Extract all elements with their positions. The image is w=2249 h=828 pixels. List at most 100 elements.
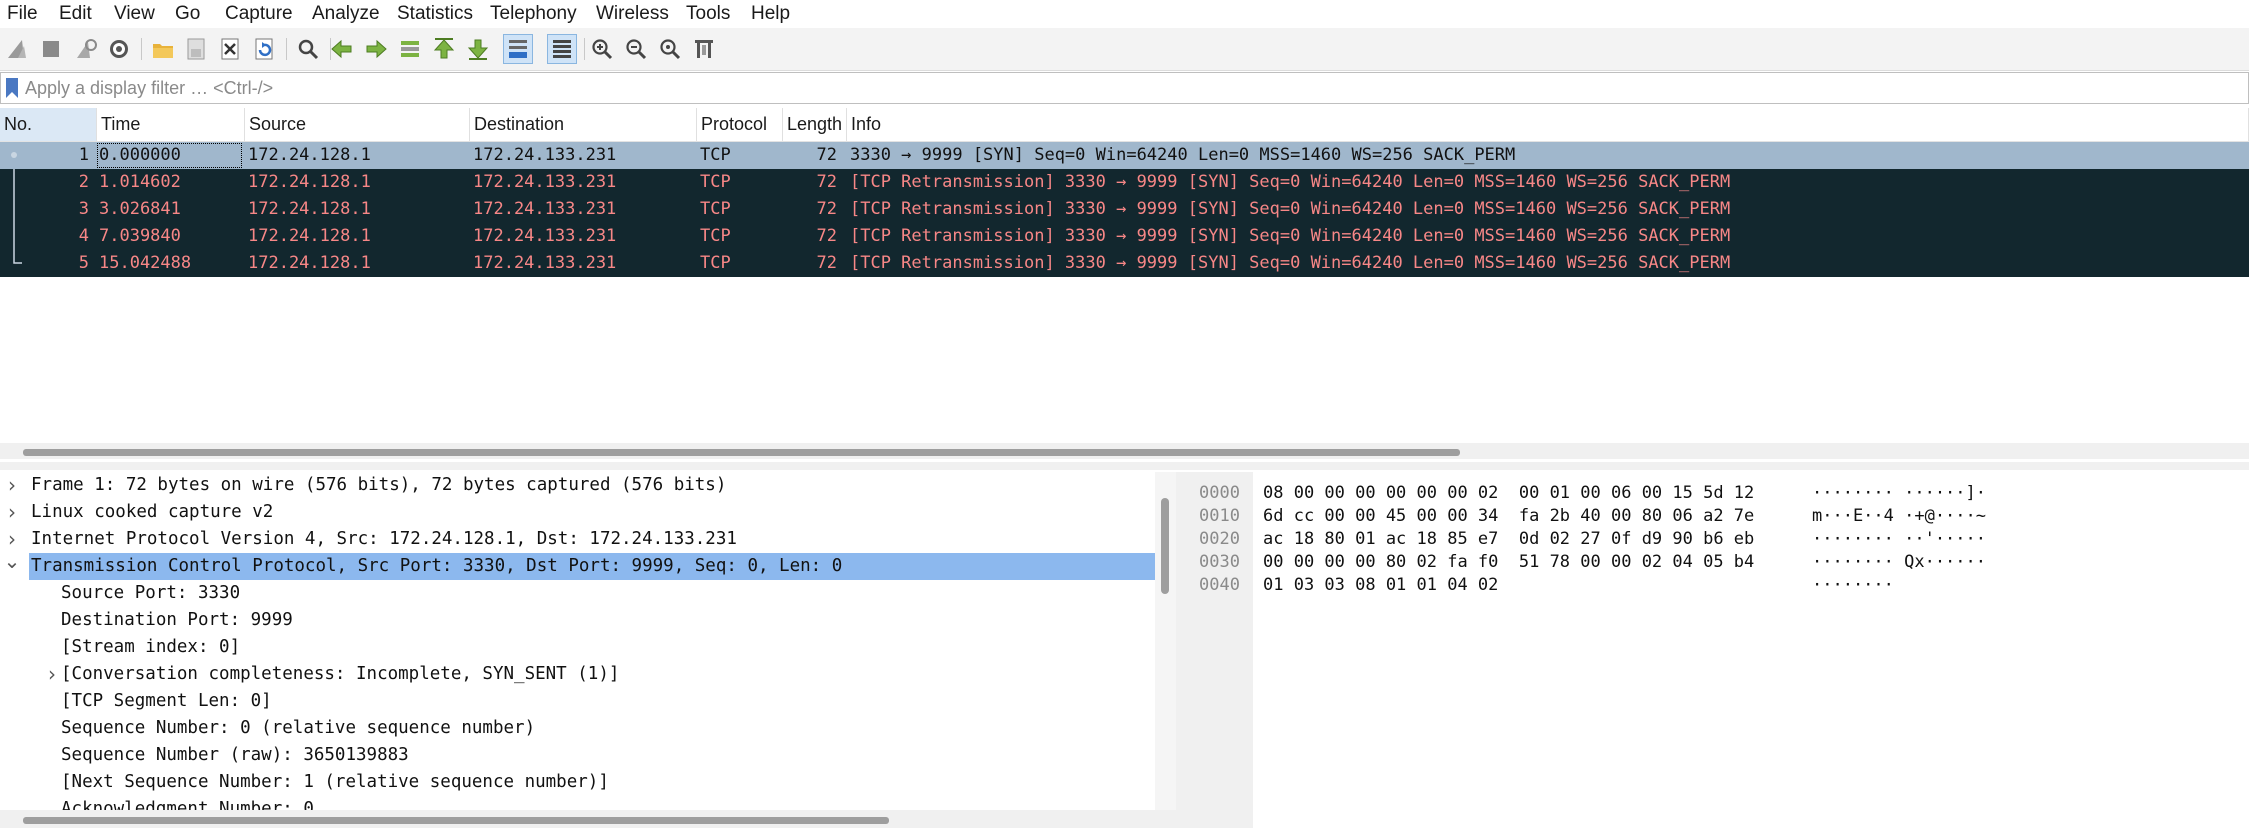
detail-row[interactable]: › [Conversation completeness: Incomplete,… <box>0 661 1155 688</box>
open-file-button[interactable] <box>148 34 178 64</box>
menu-statistics[interactable]: Statistics <box>397 0 473 28</box>
collapsed-arrow-icon[interactable]: › <box>3 472 21 499</box>
shark-fin-start-button[interactable] <box>2 34 32 64</box>
packet-list: No. Time Source Destination Protocol Length In… <box>0 108 2249 443</box>
detail-row[interactable]: Acknowledgment Number: 0 <box>0 796 1155 810</box>
detail-row[interactable]: [Next Sequence Number: 1 (relative seque… <box>0 769 1155 796</box>
display-filter-input[interactable] <box>25 75 2225 101</box>
column-header-destination[interactable]: Destination <box>470 108 697 141</box>
menu-telephony[interactable]: Telephony <box>490 0 577 28</box>
colorize-button[interactable] <box>547 34 577 64</box>
go-back-button[interactable] <box>327 34 357 64</box>
byte-ascii[interactable]: ········ ··'····· <box>1812 528 1986 551</box>
detail-text: Transmission Control Protocol, Src Port:… <box>29 553 1155 580</box>
colorize-icon <box>553 40 571 58</box>
detail-text: Internet Protocol Version 4, Src: 172.24… <box>31 529 737 549</box>
zoom-out-button[interactable] <box>621 34 651 64</box>
packet-cell-proto: TCP <box>700 172 731 192</box>
column-header-source[interactable]: Source <box>245 108 470 141</box>
menu-view[interactable]: View <box>114 0 155 28</box>
stop-icon <box>43 41 59 57</box>
detail-row[interactable]: Sequence Number: 0 (relative sequence nu… <box>0 715 1155 742</box>
menu-help[interactable]: Help <box>751 0 790 28</box>
detail-row[interactable]: › Linux cooked capture v2 <box>0 499 1155 526</box>
restart-button[interactable] <box>70 34 100 64</box>
detail-row[interactable]: Source Port: 3330 <box>0 580 1155 607</box>
display-filter-bar <box>0 72 2249 104</box>
menu-capture[interactable]: Capture <box>225 0 293 28</box>
detail-text: [Conversation completeness: Incomplete, … <box>61 664 620 684</box>
column-header-time[interactable]: Time <box>97 108 245 141</box>
close-file-button[interactable] <box>215 34 245 64</box>
byte-ascii[interactable]: m···E··4 ·+@····~ <box>1812 505 1986 528</box>
packet-list-scroll-thumb[interactable] <box>23 449 1460 456</box>
byte-offset: 0000 <box>1199 483 1240 503</box>
detail-row[interactable]: Sequence Number (raw): 3650139883 <box>0 742 1155 769</box>
detail-row[interactable]: › Frame 1: 72 bytes on wire (576 bits), 7… <box>0 472 1155 499</box>
details-horizontal-scroll-thumb[interactable] <box>23 817 889 824</box>
find-packet-button[interactable] <box>293 34 323 64</box>
zoom-in-button[interactable] <box>587 34 617 64</box>
go-forward-button[interactable] <box>361 34 391 64</box>
byte-ascii[interactable]: ········ <box>1812 574 1894 597</box>
reload-button[interactable] <box>249 34 279 64</box>
detail-row[interactable]: ⌄ Transmission Control Protocol, Src Port… <box>0 549 1155 580</box>
packet-list-header: No. Time Source Destination Protocol Length In… <box>0 108 2249 142</box>
capture-options-button[interactable] <box>104 34 134 64</box>
detail-row[interactable]: › Internet Protocol Version 4, Src: 172.2… <box>0 526 1155 553</box>
zoom-normal-button[interactable] <box>655 34 685 64</box>
resize-columns-button[interactable] <box>689 34 719 64</box>
menu-edit[interactable]: Edit <box>59 0 92 28</box>
column-header-length[interactable]: Length <box>783 108 847 141</box>
packet-cell-info: [TCP Retransmission] 3330 → 9999 [SYN] S… <box>850 253 1731 273</box>
menu-tools[interactable]: Tools <box>686 0 730 28</box>
packet-cell-dst: 172.24.133.231 <box>473 253 617 273</box>
vertical-pane-splitter[interactable] <box>1176 472 1184 828</box>
related-packets-indicator <box>11 152 22 264</box>
byte-hex[interactable]: 00 00 00 00 80 02 fa f0 51 78 00 00 02 0… <box>1263 551 1754 574</box>
byte-ascii[interactable]: ········ ······]· <box>1812 482 1986 505</box>
byte-ascii[interactable]: ········ Qx······ <box>1812 551 1986 574</box>
collapsed-arrow-icon[interactable]: › <box>3 499 21 526</box>
packet-cell-len: 72 <box>816 253 837 273</box>
details-scroll-thumb[interactable] <box>1161 498 1169 594</box>
packet-cell-src: 172.24.128.1 <box>248 199 371 219</box>
detail-text: Linux cooked capture v2 <box>31 502 274 522</box>
packet-cell-len: 72 <box>816 226 837 246</box>
byte-hex[interactable]: ac 18 80 01 ac 18 85 e7 0d 02 27 0f d9 9… <box>1263 528 1754 551</box>
packet-row[interactable]: 4 7.039840 172.24.128.1 172.24.133.231 TCP 72… <box>0 223 2249 250</box>
expanded-arrow-icon[interactable]: ⌄ <box>3 548 21 575</box>
auto-scroll-button[interactable] <box>503 34 533 64</box>
menu-go[interactable]: Go <box>175 0 200 28</box>
column-header-protocol[interactable]: Protocol <box>697 108 783 141</box>
auto-scroll-icon <box>509 40 527 58</box>
packet-cell-time: 15.042488 <box>99 253 192 273</box>
detail-row[interactable]: [TCP Segment Len: 0] <box>0 688 1155 715</box>
detail-row[interactable]: [Stream index: 0] <box>0 634 1155 661</box>
save-file-button[interactable] <box>181 34 211 64</box>
pane-splitter[interactable] <box>0 462 2249 470</box>
reload-icon <box>255 38 273 60</box>
menu-wireless[interactable]: Wireless <box>596 0 669 28</box>
packet-row[interactable]: 5 15.042488 172.24.128.1 172.24.133.231 TCP 7… <box>0 250 2249 277</box>
detail-text: Sequence Number (raw): 3650139883 <box>61 745 409 765</box>
menu-file[interactable]: File <box>7 0 38 28</box>
packet-row[interactable]: 2 1.014602 172.24.128.1 172.24.133.231 TCP 72… <box>0 169 2249 196</box>
byte-hex[interactable]: 6d cc 00 00 45 00 00 34 fa 2b 40 00 80 0… <box>1263 505 1754 528</box>
column-header-no[interactable]: No. <box>0 108 97 141</box>
zoom-in-icon <box>592 39 613 60</box>
go-first-button[interactable] <box>429 34 459 64</box>
byte-offset: 0040 <box>1199 575 1240 595</box>
packet-cell-dst: 172.24.133.231 <box>473 172 617 192</box>
packet-row[interactable]: 1 0.000000 172.24.128.1 172.24.133.231 TCP 72… <box>0 142 2249 169</box>
go-to-packet-button[interactable] <box>395 34 425 64</box>
byte-hex[interactable]: 01 03 03 08 01 01 04 02 <box>1263 574 1498 597</box>
filter-bookmark-icon[interactable] <box>3 76 21 100</box>
menu-analyze[interactable]: Analyze <box>312 0 380 28</box>
stop-button[interactable] <box>36 34 66 64</box>
column-header-info[interactable]: Info <box>847 108 2249 141</box>
detail-row[interactable]: Destination Port: 9999 <box>0 607 1155 634</box>
byte-hex[interactable]: 08 00 00 00 00 00 00 02 00 01 00 06 00 1… <box>1263 482 1754 505</box>
packet-row[interactable]: 3 3.026841 172.24.128.1 172.24.133.231 TCP 72… <box>0 196 2249 223</box>
go-last-button[interactable] <box>463 34 493 64</box>
